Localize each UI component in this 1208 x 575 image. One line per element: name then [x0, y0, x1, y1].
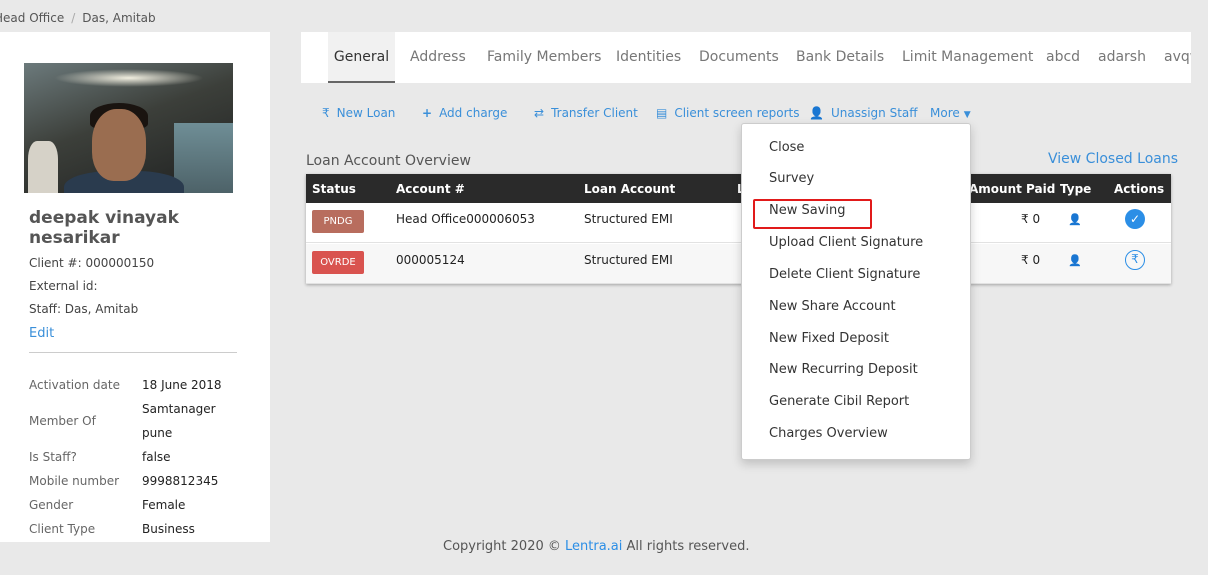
- member-of-value-group[interactable]: Samtanager: [142, 402, 216, 416]
- plus-icon: +: [422, 106, 433, 120]
- status-badge: OVRDE: [312, 251, 364, 274]
- check-circle-icon[interactable]: ✓: [1125, 209, 1145, 229]
- more-dropdown-toggle[interactable]: More ▼: [930, 106, 971, 120]
- member-of-value-center[interactable]: pune: [142, 426, 172, 440]
- menu-item-close[interactable]: Close: [769, 140, 804, 155]
- menu-item-new-saving[interactable]: New Saving: [769, 203, 846, 218]
- menu-item-delete-client-signature[interactable]: Delete Client Signature: [769, 267, 920, 282]
- client-tabs: General Address Family Members Identitie…: [301, 32, 1191, 83]
- footer-brand-link[interactable]: Lentra.ai: [565, 539, 622, 554]
- client-profile-card: deepak vinayak nesarikar Client #: 00000…: [0, 32, 270, 542]
- tab-bank-details[interactable]: Bank Details: [796, 32, 884, 83]
- amount-paid: ₹ 0: [1021, 253, 1041, 267]
- breadcrumb-separator: /: [71, 11, 76, 25]
- document-icon: ▤: [656, 106, 668, 120]
- status-badge: PNDG: [312, 210, 364, 233]
- breadcrumb: Head Office / Das, Amitab: [0, 11, 156, 25]
- client-name: deepak vinayak nesarikar: [29, 208, 179, 248]
- header-type: Type: [1060, 182, 1092, 196]
- breadcrumb-item-staff: Das, Amitab: [82, 11, 156, 25]
- user-icon: 👤: [1068, 254, 1082, 267]
- transfer-arrows-icon: ⇄: [534, 106, 545, 120]
- caret-down-icon: ▼: [963, 110, 971, 120]
- account-number[interactable]: Head Office000006053: [396, 212, 535, 226]
- table-row[interactable]: OVRDE 000005124 Structured EMI ₹ 0 👤 ₹: [306, 244, 1171, 284]
- table-row[interactable]: PNDG Head Office000006053 Structured EMI…: [306, 203, 1171, 243]
- client-number: Client #: 000000150: [29, 256, 155, 270]
- new-loan-button[interactable]: ₹ New Loan: [322, 106, 395, 120]
- header-amount-paid: Amount Paid: [969, 182, 1056, 196]
- mobile-number-value: 9998812345: [142, 474, 219, 488]
- tab-family-members[interactable]: Family Members: [487, 32, 601, 83]
- loan-overview-title: Loan Account Overview: [306, 153, 471, 169]
- menu-item-survey[interactable]: Survey: [769, 171, 814, 186]
- is-staff-value: false: [142, 450, 171, 464]
- activation-date-value: 18 June 2018: [142, 378, 222, 392]
- menu-item-charges-overview[interactable]: Charges Overview: [769, 426, 888, 441]
- tab-general[interactable]: General: [328, 32, 395, 83]
- transfer-client-button[interactable]: ⇄ Transfer Client: [534, 106, 638, 120]
- loan-product: Structured EMI: [584, 253, 673, 267]
- menu-item-generate-cibil-report[interactable]: Generate Cibil Report: [769, 394, 909, 409]
- client-photo: [24, 63, 233, 193]
- mobile-number-label: Mobile number: [29, 474, 120, 488]
- add-charge-button[interactable]: + Add charge: [422, 106, 507, 120]
- client-staff: Staff: Das, Amitab: [29, 302, 139, 316]
- amount-paid: ₹ 0: [1021, 212, 1041, 226]
- menu-item-new-share-account[interactable]: New Share Account: [769, 299, 896, 314]
- menu-item-new-recurring-deposit[interactable]: New Recurring Deposit: [769, 362, 918, 377]
- edit-client-link[interactable]: Edit: [29, 326, 54, 341]
- rupee-refresh-icon[interactable]: ₹: [1125, 250, 1145, 270]
- client-type-label: Client Type: [29, 522, 96, 536]
- gender-value: Female: [142, 498, 186, 512]
- tab-abcd[interactable]: abcd: [1046, 32, 1080, 83]
- profile-divider: [29, 352, 237, 353]
- user-icon: 👤: [809, 106, 824, 120]
- is-staff-label: Is Staff?: [29, 450, 77, 464]
- loan-accounts-table: Status Account # Loan Account L Amount P…: [306, 174, 1171, 284]
- loan-product: Structured EMI: [584, 212, 673, 226]
- table-header: Status Account # Loan Account L Amount P…: [306, 174, 1171, 203]
- account-number[interactable]: 000005124: [396, 253, 465, 267]
- tab-address[interactable]: Address: [410, 32, 466, 83]
- breadcrumb-item-office[interactable]: Head Office: [0, 11, 64, 25]
- tab-identities[interactable]: Identities: [616, 32, 681, 83]
- tab-adarsh[interactable]: adarsh: [1098, 32, 1146, 83]
- client-type-value: Business: [142, 522, 195, 536]
- client-screen-reports-button[interactable]: ▤ Client screen reports: [656, 106, 800, 120]
- tab-avqw[interactable]: avqw: [1164, 32, 1191, 83]
- rupee-icon: ₹: [322, 106, 330, 120]
- more-dropdown-menu: Close Survey New Saving Upload Client Si…: [741, 123, 971, 460]
- header-actions: Actions: [1114, 182, 1165, 196]
- client-external-id: External id:: [29, 279, 98, 293]
- unassign-staff-button[interactable]: 👤 Unassign Staff: [809, 106, 918, 120]
- member-of-label: Member Of: [29, 414, 96, 428]
- menu-item-new-fixed-deposit[interactable]: New Fixed Deposit: [769, 331, 889, 346]
- tab-limit-management[interactable]: Limit Management: [902, 32, 1033, 83]
- footer-copyright: Copyright 2020 © Lentra.ai All rights re…: [443, 539, 750, 554]
- header-account: Account #: [396, 182, 465, 196]
- gender-label: Gender: [29, 498, 74, 512]
- header-loan-account: Loan Account: [584, 182, 676, 196]
- menu-item-upload-client-signature[interactable]: Upload Client Signature: [769, 235, 923, 250]
- tab-documents[interactable]: Documents: [699, 32, 779, 83]
- header-status: Status: [312, 182, 356, 196]
- user-icon: 👤: [1068, 213, 1082, 226]
- activation-date-label: Activation date: [29, 378, 120, 392]
- view-closed-loans-link[interactable]: View Closed Loans: [1048, 151, 1178, 167]
